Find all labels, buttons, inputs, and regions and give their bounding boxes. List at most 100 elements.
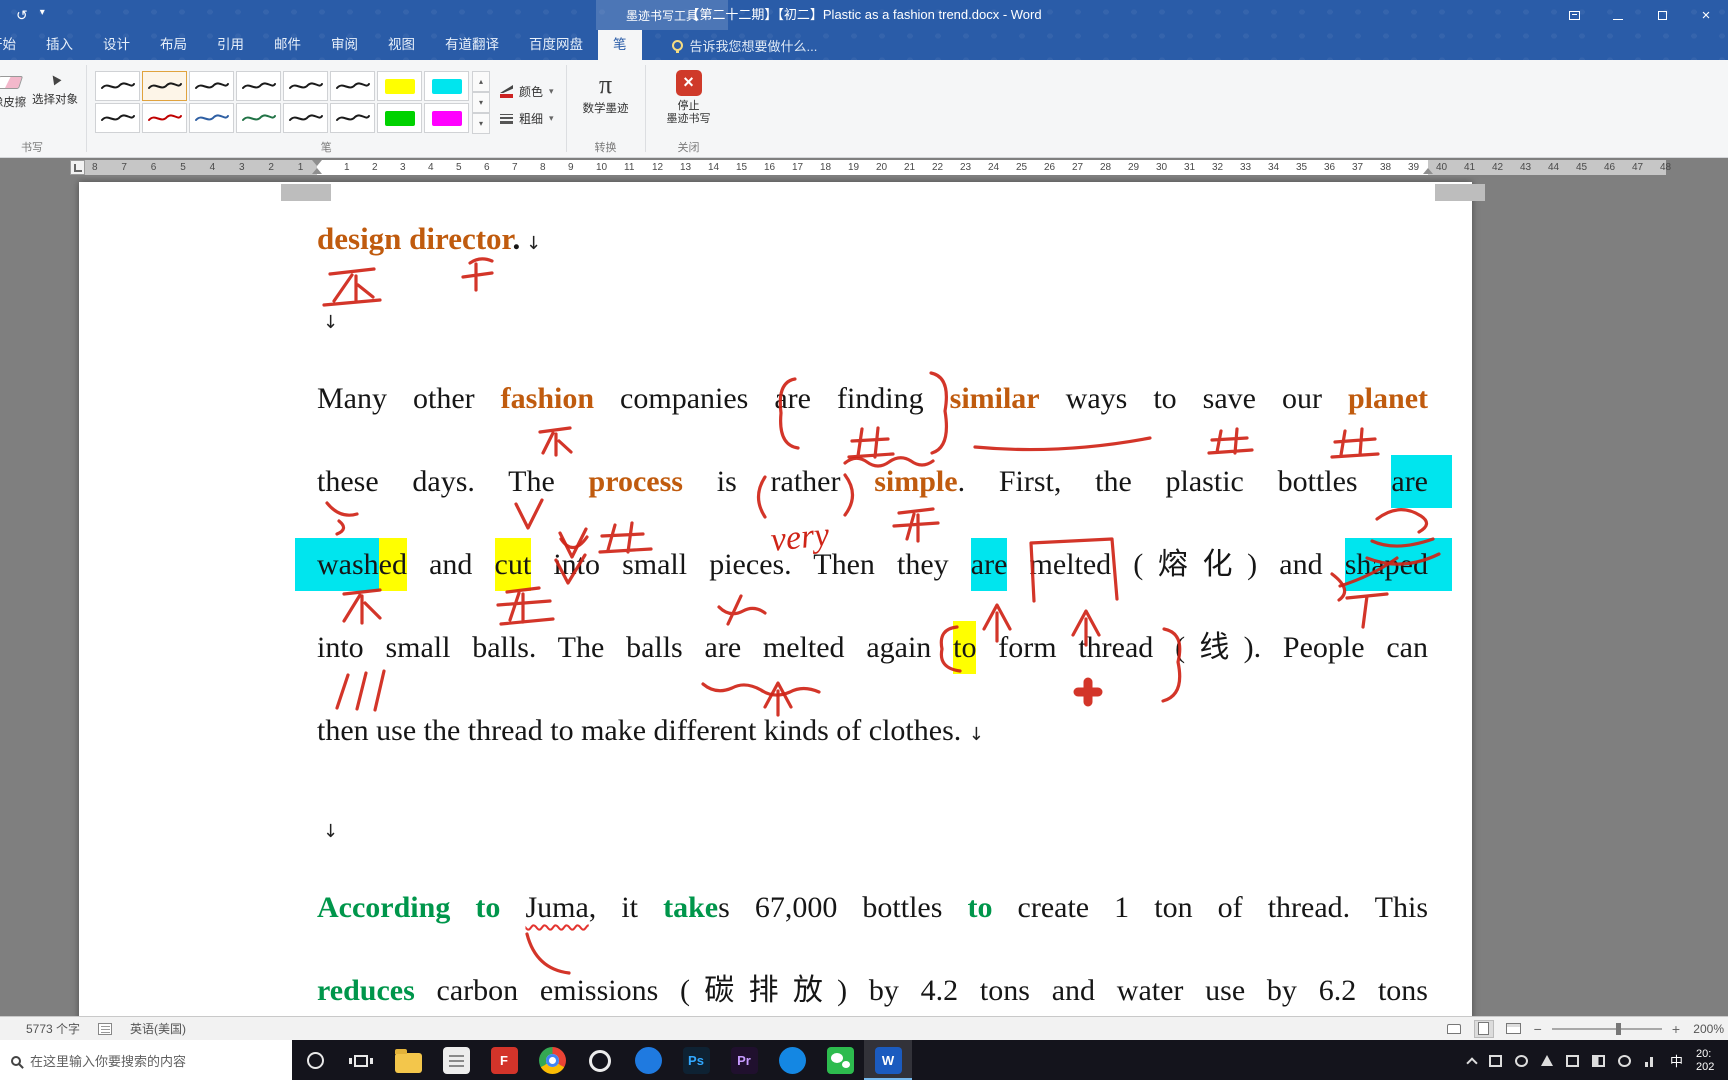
zoom-slider-thumb[interactable] (1615, 1022, 1621, 1035)
taskbar-app-app-grid[interactable] (432, 1040, 480, 1080)
select-objects-button[interactable]: ► 选择对象 (32, 64, 78, 107)
highlighter-style-swatch[interactable] (424, 71, 469, 101)
taskbar-app-word[interactable]: W (864, 1040, 912, 1080)
zoom-slider[interactable] (1551, 1022, 1662, 1035)
taskbar-app-thunder[interactable] (768, 1040, 816, 1080)
pen-style-swatch[interactable] (142, 103, 187, 133)
tray-icon[interactable] (1617, 1054, 1631, 1067)
text-segment: to (967, 891, 993, 924)
language-indicator[interactable]: 英语(美国) (130, 1020, 186, 1037)
taskbar-app-chrome[interactable] (528, 1040, 576, 1080)
pen-style-swatch[interactable] (95, 103, 140, 133)
web-layout-icon[interactable] (1504, 1020, 1524, 1038)
zoom-out-icon[interactable]: − (1534, 1021, 1542, 1037)
pen-style-swatch[interactable] (142, 71, 187, 101)
tray-icon[interactable] (1565, 1054, 1579, 1067)
thunder-icon (778, 1047, 806, 1074)
tab-邮件[interactable]: 邮件 (259, 30, 316, 60)
text-segment: create 1 ton of thread. This (992, 891, 1429, 924)
text-line: into small balls. The balls are melted a… (317, 606, 1428, 689)
tray-icon[interactable] (1644, 1055, 1657, 1067)
qat-customize-icon[interactable]: ▾ (40, 7, 45, 24)
math-ink-button[interactable]: π 数学墨迹 (575, 64, 637, 116)
tab-笔[interactable]: 笔 (598, 30, 642, 60)
tray-icon[interactable] (1540, 1055, 1553, 1066)
undo-icon[interactable]: ↺ (16, 7, 28, 24)
tab-视图[interactable]: 视图 (373, 30, 430, 60)
text-segment: into small balls. The balls are melted a… (317, 631, 954, 664)
group-label-close: 关闭 (677, 142, 700, 154)
tray-icon[interactable] (1514, 1054, 1528, 1067)
pen-style-swatch[interactable] (189, 103, 234, 133)
pen-style-swatch[interactable] (330, 71, 375, 101)
minimize-icon[interactable] (1596, 0, 1640, 30)
taskbar-app-wechat[interactable] (816, 1040, 864, 1080)
tell-me-box[interactable]: 告诉我您想要做什么... (658, 30, 832, 60)
ribbon-display-options-icon[interactable] (1552, 0, 1596, 30)
word-count[interactable]: 5773 个字 (26, 1020, 80, 1037)
ruler[interactable]: 8 7 6 5 4 3 2 1 1 2 3 4 5 6 7 8 9 10 11 12 13 14 15 16 17 18 19 20 2… (0, 158, 1728, 177)
taskbar-app-premiere[interactable]: Pr (720, 1040, 768, 1080)
ruler-number: 47 (1632, 162, 1644, 173)
pen-style-swatch[interactable] (236, 71, 281, 101)
taskbar-app-photoshop[interactable]: Ps (672, 1040, 720, 1080)
print-layout-icon[interactable] (1473, 1019, 1494, 1038)
gallery-down-icon[interactable]: ▾ (472, 92, 490, 113)
ruler-number: 37 (1352, 162, 1364, 173)
task-view-button[interactable] (338, 1040, 384, 1080)
text-line: then use the thread to make different ki… (317, 689, 1428, 776)
zoom-value[interactable]: 200% (1690, 1022, 1724, 1036)
close-icon[interactable]: × (1684, 0, 1728, 30)
tab-开始[interactable]: 开始 (0, 30, 31, 60)
pen-style-swatch[interactable] (283, 71, 328, 101)
cortana-icon (306, 1052, 324, 1069)
ruler-number: 8 (540, 162, 546, 173)
taskbar: 在这里输入你要搜索的内容 F Ps Pr W 中 20: 202 (0, 1040, 1728, 1080)
gallery-more-icon[interactable]: ▾ (472, 113, 490, 134)
tab-插入[interactable]: 插入 (31, 30, 88, 60)
stop-inking-button[interactable]: × 停止 墨迹书写 (654, 64, 724, 126)
gallery-up-icon[interactable]: ▴ (472, 71, 490, 92)
ruler-number: 41 (1464, 162, 1476, 173)
search-icon (11, 1055, 21, 1066)
text-segment: Juma (525, 891, 589, 924)
taskbar-app-settings[interactable] (576, 1040, 624, 1080)
pen-style-swatch[interactable] (95, 71, 140, 101)
read-mode-icon[interactable] (1444, 1020, 1464, 1038)
tab-有道翻译[interactable]: 有道翻译 (430, 30, 514, 60)
pen-style-swatch[interactable] (283, 103, 328, 133)
tab-布局[interactable]: 布局 (145, 30, 202, 60)
taskbar-clock[interactable]: 20: 202 (1696, 1048, 1724, 1074)
tray-icon[interactable] (1488, 1054, 1502, 1067)
pen-style-swatch[interactable] (330, 103, 375, 133)
eraser-button[interactable]: 橡皮擦 (0, 64, 32, 110)
cortana-button[interactable] (292, 1040, 338, 1080)
tray-expand-icon[interactable] (1466, 1056, 1478, 1069)
pen-style-swatch[interactable] (236, 103, 281, 133)
highlighter-style-swatch[interactable] (424, 103, 469, 133)
proofing-icon[interactable] (98, 1022, 113, 1035)
pen-color-dropdown[interactable]: 颜色 ▾ (500, 83, 554, 100)
taskbar-app-pdf-reader[interactable]: F (480, 1040, 528, 1080)
tab-百度网盘[interactable]: 百度网盘 (514, 30, 598, 60)
highlighter-style-swatch[interactable] (377, 71, 422, 101)
taskbar-app-browser[interactable] (624, 1040, 672, 1080)
taskbar-app-file-explorer[interactable] (384, 1040, 432, 1080)
pen-thickness-dropdown[interactable]: 粗细 ▾ (500, 110, 554, 127)
tray-icon[interactable] (1591, 1054, 1605, 1067)
quick-access-toolbar: ↺ ▾ (0, 7, 45, 24)
tab-设计[interactable]: 设计 (88, 30, 145, 60)
input-method-indicator[interactable]: 中 (1670, 1051, 1683, 1070)
search-input[interactable]: 在这里输入你要搜索的内容 (0, 1040, 292, 1080)
ruler-number: 48 (1660, 162, 1672, 173)
system-tray: 中 20: 202 (1458, 1040, 1728, 1080)
tab-审阅[interactable]: 审阅 (316, 30, 373, 60)
maximize-icon[interactable] (1640, 0, 1684, 30)
pen-style-swatch[interactable] (189, 71, 234, 101)
zoom-in-icon[interactable]: + (1672, 1021, 1680, 1037)
page[interactable]: design director. ↓ ↓ Many other fashion co… (79, 182, 1485, 1016)
stop-inking-label-1: 停止 (677, 100, 700, 112)
text-segment: into small pieces. Then they (531, 548, 971, 581)
tab-引用[interactable]: 引用 (202, 30, 259, 60)
highlighter-style-swatch[interactable] (377, 103, 422, 133)
